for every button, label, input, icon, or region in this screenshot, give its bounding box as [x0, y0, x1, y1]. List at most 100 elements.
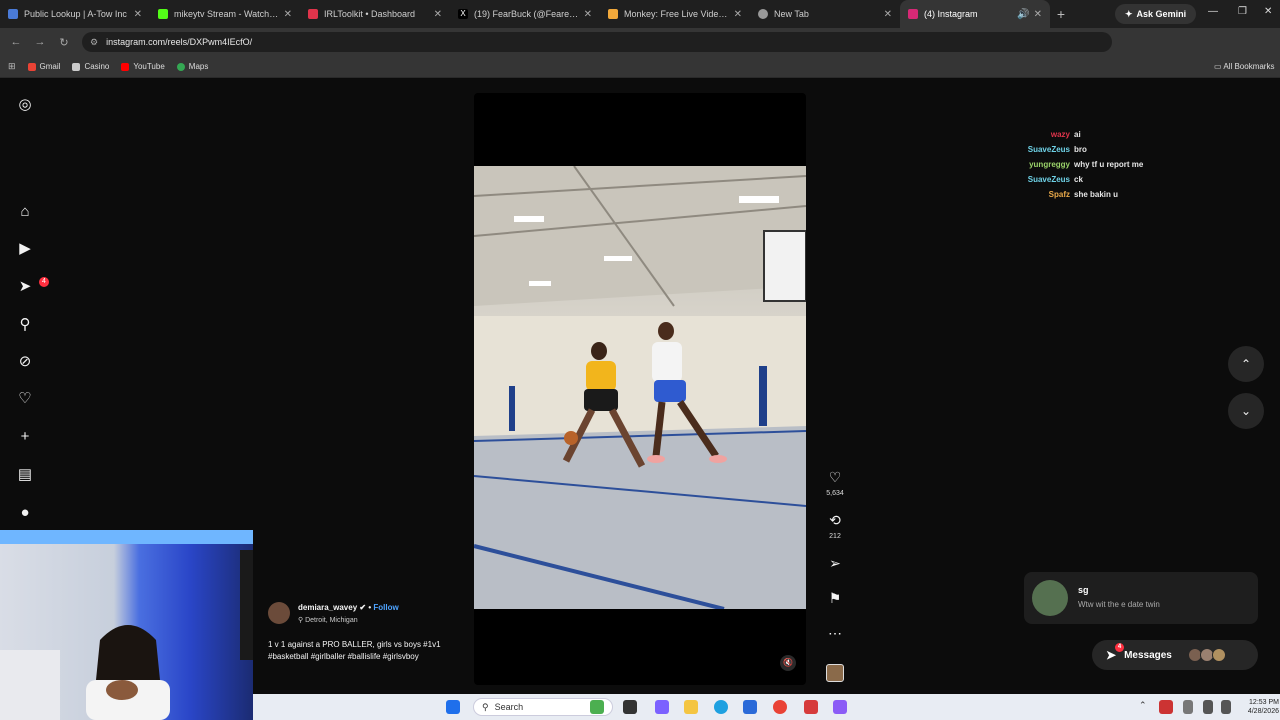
messages-button[interactable]: ➤ 4 Messages — [1092, 640, 1258, 670]
messages-label: Messages — [1124, 649, 1172, 661]
tab-favicon — [308, 9, 318, 19]
tab-instagram[interactable]: (4) Instagram 🔊 ✕ — [900, 0, 1050, 28]
all-bookmarks-label: All Bookmarks — [1223, 62, 1275, 71]
clock-time: 12:53 PM — [1249, 699, 1279, 706]
minimize-icon[interactable]: — — [1208, 6, 1218, 17]
bookmark-casino[interactable]: Casino — [72, 62, 109, 71]
username[interactable]: demiara_wavey — [298, 603, 357, 612]
close-icon[interactable]: ✕ — [1034, 9, 1042, 20]
messages-icon[interactable]: ➤ — [16, 278, 34, 296]
chat-user: SuaveZeus — [1027, 145, 1070, 154]
heart-icon[interactable]: ♡ — [16, 390, 34, 408]
all-bookmarks-button[interactable]: ▭ All Bookmarks — [1214, 62, 1274, 71]
tab-public-lookup[interactable]: Public Lookup | A-Tow Inc ✕ — [0, 0, 150, 28]
close-icon[interactable]: ✕ — [284, 9, 292, 20]
tab-favicon — [158, 9, 168, 19]
tab-strip: Public Lookup | A-Tow Inc ✕ mikeytv Stre… — [0, 0, 1280, 28]
close-icon[interactable]: ✕ — [434, 9, 442, 20]
chat-message: SuaveZeus bro — [1000, 142, 1200, 157]
task-view-icon[interactable] — [623, 700, 637, 714]
bookmark-icon[interactable]: ⚑ — [822, 590, 848, 607]
like-heart-icon[interactable]: ♡ — [822, 469, 848, 486]
reels-icon[interactable]: ▶ — [16, 240, 34, 258]
share-icon[interactable]: ➢ — [822, 555, 848, 572]
x-logo-icon: X — [458, 9, 468, 19]
copilot-icon[interactable] — [655, 700, 669, 714]
tab-favicon — [608, 9, 618, 19]
volume-icon[interactable] — [1221, 700, 1231, 714]
more-options-icon[interactable]: ⋯ — [822, 625, 848, 642]
bookmark-youtube[interactable]: YouTube — [121, 62, 165, 71]
repost-count: 212 — [829, 533, 841, 540]
repost-icon[interactable]: ⟲ — [822, 512, 848, 529]
reel-player[interactable]: 🔇 — [474, 93, 806, 685]
screen: Public Lookup | A-Tow Inc ✕ mikeytv Stre… — [0, 0, 1280, 720]
message-avatars — [1188, 648, 1242, 662]
app-icon[interactable] — [804, 700, 818, 714]
bookmark-gmail[interactable]: Gmail — [27, 62, 60, 71]
tab-irltoolkit[interactable]: IRLToolkit • Dashboard ✕ — [300, 0, 450, 28]
address-bar[interactable]: ⚙ instagram.com/reels/DXPwm4IEcfO/ — [82, 32, 1112, 52]
widgets-icon[interactable] — [590, 700, 604, 714]
bookmark-maps[interactable]: Maps — [176, 62, 208, 71]
notification-badge: 4 — [39, 277, 49, 287]
close-icon[interactable]: ✕ — [584, 9, 592, 20]
discord-icon[interactable] — [833, 700, 847, 714]
like-count: 5,634 — [826, 490, 844, 497]
dm-notification[interactable]: sg Wtw wit the e date twin — [1024, 572, 1258, 624]
close-icon[interactable]: ✕ — [884, 9, 892, 20]
maximize-icon[interactable]: ❐ — [1238, 6, 1247, 17]
username-row: demiara_wavey ✔ • Follow — [298, 603, 399, 612]
speaker-icon[interactable]: 🔊 — [1017, 9, 1029, 20]
user-avatar[interactable] — [268, 602, 290, 624]
explore-icon[interactable]: ⊘ — [16, 353, 34, 371]
windows-start-icon[interactable] — [446, 700, 460, 714]
instagram-logo-icon[interactable]: ◎ — [16, 96, 34, 114]
tab-fearbuck[interactable]: X (19) FearBuck (@FearedBuck) ✕ — [450, 0, 600, 28]
tab-mikeytv[interactable]: mikeytv Stream - Watch Live ✕ — [150, 0, 300, 28]
forward-icon[interactable]: → — [28, 36, 52, 48]
next-reel-chevron-down-icon[interactable]: ⌄ — [1228, 393, 1264, 429]
location-row[interactable]: ⚲ Detroit, Michigan — [298, 616, 358, 624]
chat-user: Spafz — [1048, 190, 1070, 199]
close-icon[interactable]: ✕ — [134, 9, 142, 20]
tab-new-tab[interactable]: New Tab ✕ — [750, 0, 900, 28]
apps-grid-icon[interactable]: ⊞ — [8, 61, 16, 72]
tab-label: (19) FearBuck (@FearedBuck) — [474, 9, 580, 19]
close-window-icon[interactable]: ✕ — [1264, 6, 1272, 17]
back-icon[interactable]: ← — [4, 36, 28, 48]
reload-icon[interactable]: ↻ — [52, 36, 76, 49]
file-explorer-icon[interactable] — [684, 700, 698, 714]
tab-monkey[interactable]: Monkey: Free Live Video Chat ✕ — [600, 0, 750, 28]
reel-video[interactable] — [474, 166, 806, 609]
clock[interactable]: 12:53 PM 4/28/2026 — [1239, 698, 1279, 716]
chat-text: why tf u report me — [1074, 160, 1144, 169]
profile-icon[interactable]: ● — [16, 504, 34, 522]
search-icon[interactable]: ⚲ — [16, 316, 34, 334]
chrome-icon[interactable] — [773, 700, 787, 714]
audio-thumbnail[interactable] — [826, 664, 844, 682]
gmail-icon — [27, 62, 36, 71]
edge-icon[interactable] — [714, 700, 728, 714]
previous-reel-chevron-up-icon[interactable]: ⌃ — [1228, 346, 1264, 382]
ask-gemini-button[interactable]: ✦ Ask Gemini — [1115, 4, 1197, 24]
store-icon[interactable] — [743, 700, 757, 714]
new-tab-button[interactable]: + — [1050, 6, 1072, 22]
chevron-up-icon[interactable]: ⌃ — [1139, 700, 1149, 714]
messages-badge: 4 — [1115, 643, 1124, 652]
dm-message: Wtw wit the e date twin — [1078, 600, 1160, 609]
dashboard-icon[interactable]: ▤ — [16, 466, 34, 484]
close-icon[interactable]: ✕ — [734, 9, 742, 20]
microphone-icon[interactable] — [1183, 700, 1193, 714]
casino-icon — [72, 62, 81, 71]
follow-button[interactable]: Follow — [373, 603, 398, 612]
tab-label: (4) Instagram — [924, 9, 978, 19]
wifi-icon[interactable] — [1203, 700, 1213, 714]
mute-icon[interactable]: 🔇 — [780, 655, 796, 671]
chat-message: SuaveZeus ck — [1000, 172, 1200, 187]
home-icon[interactable]: ⌂ — [16, 203, 34, 221]
streamer-camera-feed — [0, 530, 253, 720]
site-info-icon[interactable]: ⚙ — [90, 37, 98, 48]
tray-app-icon[interactable] — [1159, 700, 1173, 714]
create-icon[interactable]: + — [16, 428, 34, 446]
